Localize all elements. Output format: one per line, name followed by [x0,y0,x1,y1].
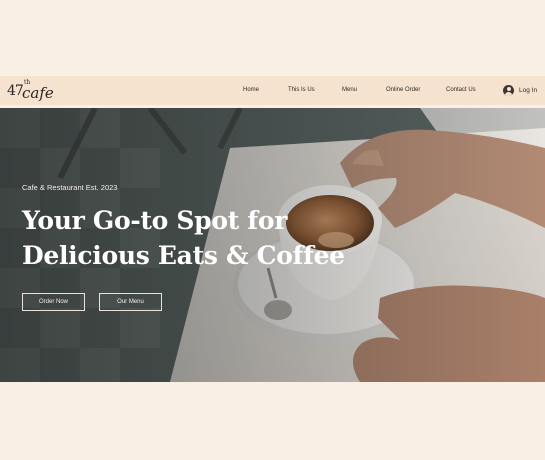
hero-section: Cafe & Restaurant Est. 2023 Your Go-to S… [0,108,545,382]
hero-headline-line-1: Your Go-to Spot for [22,206,288,235]
site-header: 47 th cafe Home This Is Us Menu Online O… [0,76,545,105]
hero-tagline: Cafe & Restaurant Est. 2023 [22,183,118,192]
site-logo[interactable]: 47 th cafe [7,79,55,102]
our-menu-button[interactable]: Our Menu [99,293,162,311]
nav-online-order[interactable]: Online Order [386,87,420,93]
nav-menu[interactable]: Menu [342,87,357,93]
logo-number: 47 [7,83,24,99]
nav-contact-us[interactable]: Contact Us [446,87,476,93]
nav-home[interactable]: Home [243,87,259,93]
login-label: Log In [519,86,538,94]
login-button[interactable]: Log In [503,84,537,96]
logo-word: cafe [22,84,54,102]
order-now-button[interactable]: Order Now [22,293,85,311]
hero-headline-line-2: Delicious Eats & Coffee [22,241,345,270]
user-avatar-icon [503,84,514,96]
hero-headline: Your Go-to Spot for Delicious Eats & Cof… [22,203,352,273]
nav-this-is-us[interactable]: This Is Us [288,87,315,93]
